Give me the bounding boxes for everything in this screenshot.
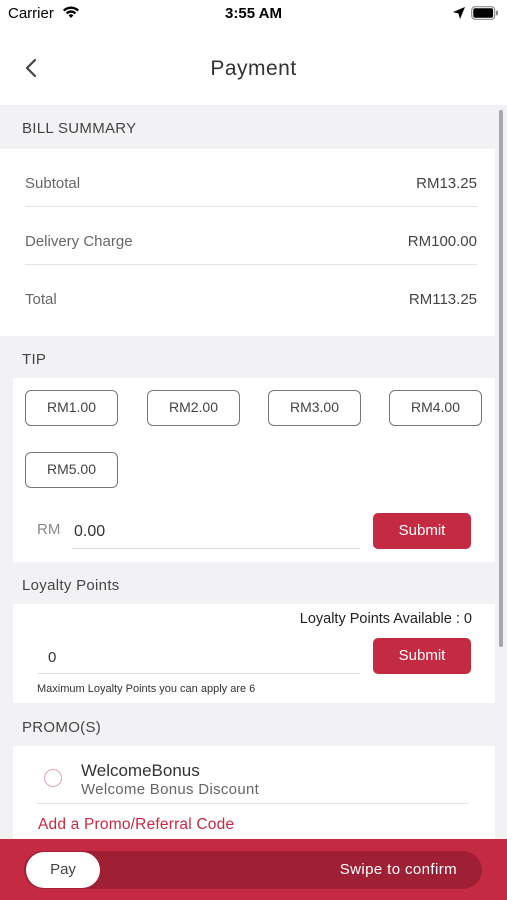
tip-option-rm3[interactable]: RM3.00 — [268, 390, 361, 426]
status-bar: Carrier 3:55 AM — [0, 0, 507, 30]
tip-amount-input[interactable] — [72, 516, 360, 549]
pay-knob[interactable]: Pay — [26, 852, 100, 888]
divider — [37, 803, 469, 804]
subtotal-row: Subtotal RM13.25 — [25, 149, 477, 207]
page-title: Payment — [210, 57, 297, 80]
battery-icon — [471, 6, 498, 20]
promos-heading: PROMO(S) — [22, 719, 102, 736]
total-label: Total — [25, 291, 57, 308]
bill-summary-card: Subtotal RM13.25 Delivery Charge RM100.0… — [0, 149, 495, 336]
loyalty-points-input[interactable] — [38, 641, 360, 674]
tip-option-rm2[interactable]: RM2.00 — [147, 390, 240, 426]
loyalty-available-text: Loyalty Points Available : 0 — [299, 611, 472, 627]
delivery-charge-label: Delivery Charge — [25, 233, 133, 250]
loyalty-heading: Loyalty Points — [22, 577, 120, 594]
swipe-hint: Swipe to confirm — [339, 861, 457, 878]
delivery-charge-row: Delivery Charge RM100.00 — [25, 207, 477, 265]
pay-footer: Pay Swipe to confirm — [0, 839, 507, 900]
clock: 3:55 AM — [225, 5, 282, 22]
tip-heading: TIP — [22, 351, 47, 368]
swipe-to-pay-slider[interactable]: Pay Swipe to confirm — [24, 851, 482, 889]
scrollbar[interactable] — [499, 110, 503, 647]
total-row: Total RM113.25 — [25, 265, 477, 323]
location-arrow-icon — [453, 7, 465, 19]
nav-bar: Payment — [0, 30, 507, 105]
tip-currency-label: RM — [37, 521, 61, 538]
bill-summary-heading: BILL SUMMARY — [22, 120, 137, 137]
loyalty-max-note: Maximum Loyalty Points you can apply are… — [37, 683, 256, 695]
tip-submit-button[interactable]: Submit — [373, 513, 471, 549]
add-promo-link[interactable]: Add a Promo/Referral Code — [38, 816, 234, 834]
total-value: RM113.25 — [408, 291, 477, 308]
promo-description: Welcome Bonus Discount — [81, 781, 260, 798]
tip-option-rm1[interactable]: RM1.00 — [25, 390, 118, 426]
delivery-charge-value: RM100.00 — [407, 233, 477, 250]
subtotal-value: RM13.25 — [416, 175, 477, 192]
tip-option-rm4[interactable]: RM4.00 — [389, 390, 482, 426]
tip-option-rm5[interactable]: RM5.00 — [25, 452, 118, 488]
promo-name[interactable]: WelcomeBonus — [81, 761, 200, 781]
subtotal-label: Subtotal — [25, 175, 81, 192]
promo-radio[interactable] — [44, 769, 62, 787]
loyalty-submit-button[interactable]: Submit — [373, 638, 471, 674]
